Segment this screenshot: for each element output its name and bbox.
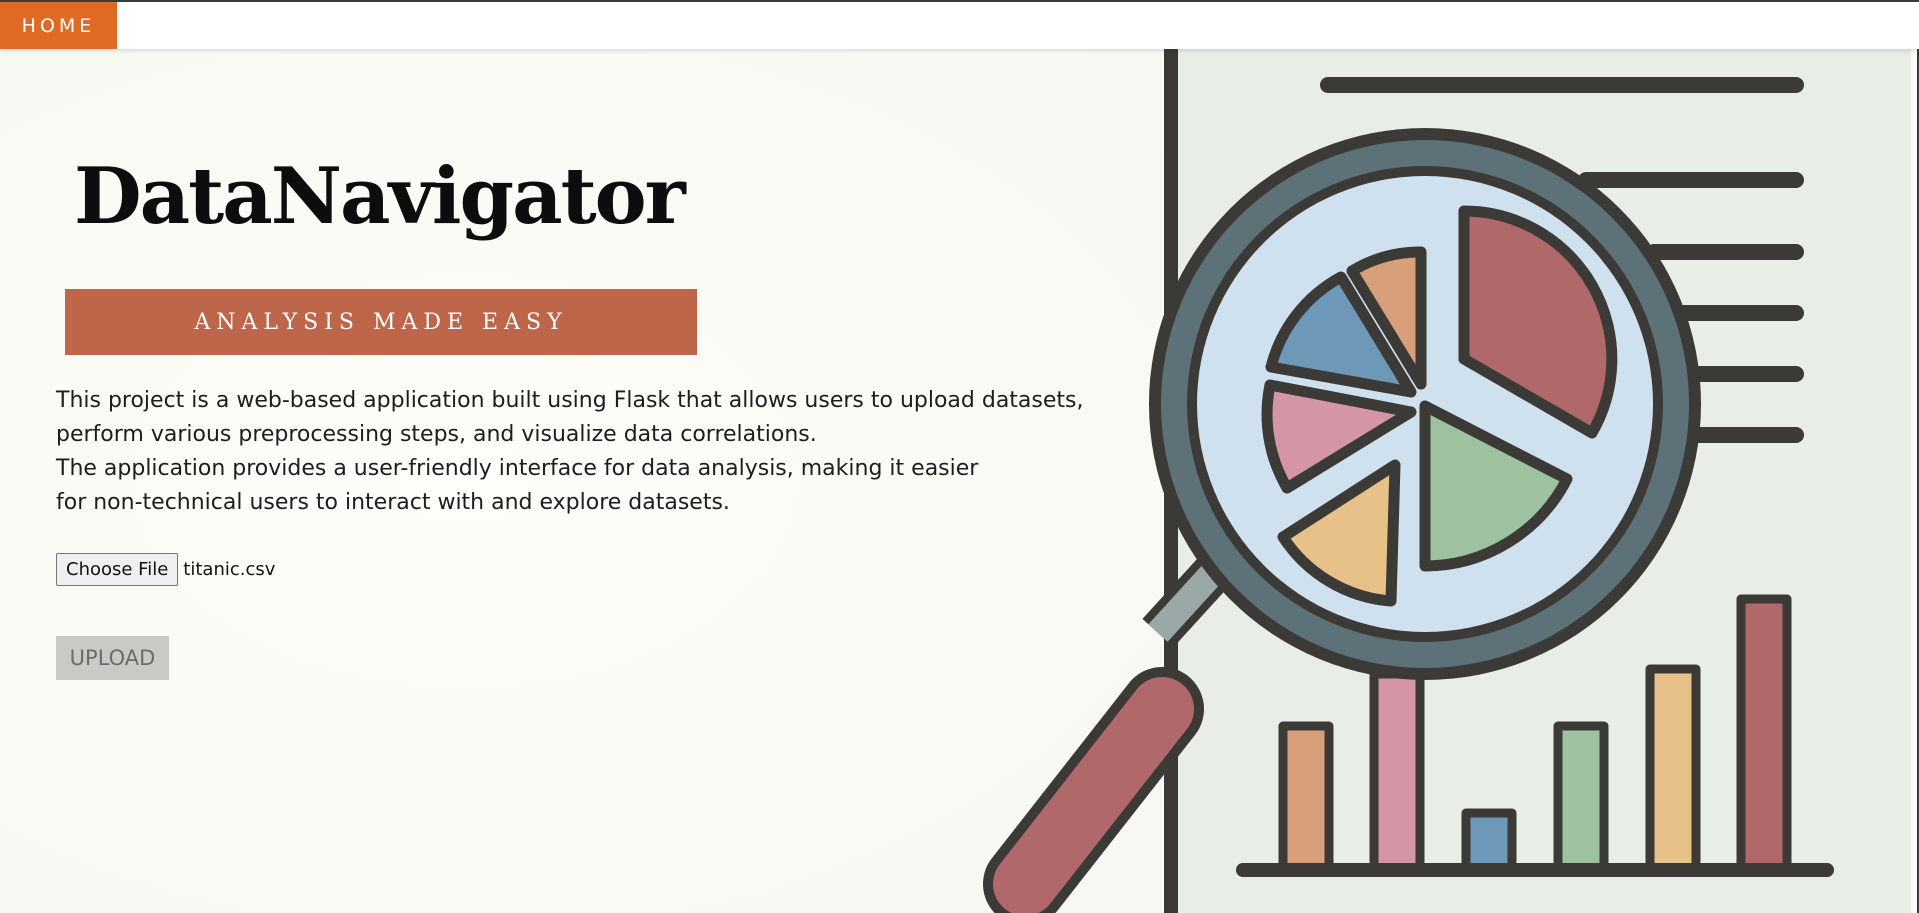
bar [1461, 808, 1517, 876]
bar [1278, 721, 1334, 876]
page-title: DataNavigator [74, 151, 686, 242]
tagline-banner: ANALYSIS MADE EASY [65, 289, 697, 355]
file-input[interactable]: Choose File titanic.csv [56, 553, 275, 586]
bar [1369, 669, 1425, 876]
bar [1736, 594, 1792, 876]
home-nav-button[interactable]: HOME [0, 2, 117, 49]
bar [1645, 664, 1701, 876]
selected-file-name: titanic.csv [183, 559, 276, 580]
choose-file-button[interactable]: Choose File [56, 553, 179, 586]
bar [1553, 721, 1609, 876]
upload-button[interactable]: UPLOAD [56, 636, 169, 680]
top-nav-bar: HOME [0, 0, 1919, 49]
magnifier-over-report-icon [983, 49, 1919, 913]
